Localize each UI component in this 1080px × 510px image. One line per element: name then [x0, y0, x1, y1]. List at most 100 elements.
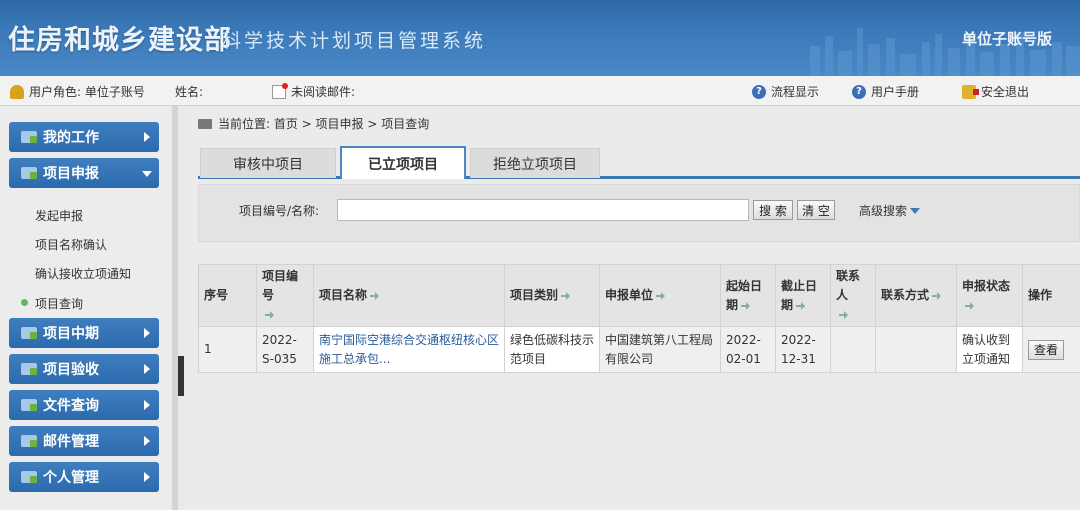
- folder-icon: [21, 435, 37, 447]
- cell-end: 2022-12-31: [775, 326, 831, 373]
- tab-under-review[interactable]: 审核中项目: [200, 148, 336, 178]
- tab-rejected[interactable]: 拒绝立项项目: [470, 148, 600, 178]
- sidebar-item-label: 我的工作: [43, 130, 99, 146]
- col-header-status[interactable]: 申报状态: [956, 264, 1023, 327]
- advanced-search-label: 高级搜索: [859, 204, 908, 218]
- col-header-contact[interactable]: 联系人: [830, 264, 876, 327]
- col-header-name[interactable]: 项目名称: [313, 264, 505, 327]
- chevron-right-icon: [144, 328, 150, 338]
- project-name-link[interactable]: 南宁国际空港综合交通枢纽核心区施工总承包...: [319, 333, 499, 366]
- system-title: 住房和城乡建设部: [8, 25, 232, 56]
- chevron-right-icon: [144, 132, 150, 142]
- chevron-right-icon: [144, 400, 150, 410]
- sidebar-item-label: 邮件管理: [43, 434, 99, 450]
- advanced-search-toggle[interactable]: 高级搜索: [859, 202, 921, 219]
- search-panel: 项目编号/名称: 搜 索 清 空 高级搜索: [198, 184, 1080, 242]
- clear-button[interactable]: 清 空: [797, 200, 835, 220]
- sidebar: 我的工作 项目申报 发起申报 项目名称确认 确认接收立项通知 项目查询 项目中期…: [0, 106, 178, 510]
- cell-phone: [875, 326, 957, 373]
- col-header-label: 联系方式: [881, 288, 930, 302]
- user-name: 姓名:: [175, 83, 203, 100]
- tab-approved[interactable]: 已立项项目: [340, 146, 466, 179]
- cell-unit: 中国建筑第八工程局有限公司: [599, 326, 721, 373]
- col-header-category[interactable]: 项目类别: [504, 264, 600, 327]
- user-icon: [10, 84, 24, 99]
- sidebar-item-label: 项目验收: [43, 362, 99, 378]
- submenu-start-declare[interactable]: 发起申报: [35, 207, 83, 224]
- table-row: 1 2022-S-035 南宁国际空港综合交通枢纽核心区施工总承包... 绿色低…: [198, 326, 1080, 373]
- sort-icon[interactable]: [265, 311, 274, 319]
- cell-status: 确认收到立项通知: [956, 326, 1023, 373]
- sidebar-item-personal-management[interactable]: 个人管理: [9, 462, 159, 492]
- submenu-confirm-notice[interactable]: 确认接收立项通知: [35, 265, 131, 282]
- sidebar-item-my-work[interactable]: 我的工作: [9, 122, 159, 152]
- sidebar-item-project-declare[interactable]: 项目申报: [9, 158, 159, 188]
- sort-icon[interactable]: [839, 311, 848, 319]
- flow-display-link[interactable]: ? 流程显示: [752, 83, 819, 100]
- main-content: 当前位置: 首页 > 项目申报 > 项目查询 审核中项目 已立项项目 拒绝立项项…: [184, 106, 1080, 510]
- search-button[interactable]: 搜 索: [753, 200, 793, 220]
- sidebar-item-project-acceptance[interactable]: 项目验收: [9, 354, 159, 384]
- chevron-down-icon: [142, 171, 152, 177]
- sidebar-item-file-query[interactable]: 文件查询: [9, 390, 159, 420]
- header-banner: 住房和城乡建设部 科学技术计划项目管理系统 单位子账号版: [0, 0, 1080, 76]
- sidebar-item-label: 项目申报: [43, 166, 99, 182]
- sort-icon[interactable]: [370, 292, 380, 300]
- mail-icon: [272, 82, 288, 99]
- submenu-name-confirm[interactable]: 项目名称确认: [35, 236, 107, 253]
- col-header-code[interactable]: 项目编号: [256, 264, 314, 327]
- cell-code: 2022-S-035: [256, 326, 314, 373]
- col-header-label: 序号: [204, 288, 229, 302]
- help-icon: ?: [752, 84, 766, 99]
- system-subtitle: 科学技术计划项目管理系统: [222, 30, 487, 52]
- submenu-project-query[interactable]: 项目查询: [20, 295, 83, 312]
- col-header-unit[interactable]: 申报单位: [599, 264, 721, 327]
- col-header-label: 申报单位: [605, 288, 654, 302]
- sidebar-item-label: 项目中期: [43, 326, 99, 342]
- cell-category: 绿色低碳科技示范项目: [504, 326, 600, 373]
- col-header-start[interactable]: 起始日期: [720, 264, 776, 327]
- cell-action: 查看: [1022, 326, 1080, 373]
- sidebar-item-project-midterm[interactable]: 项目中期: [9, 318, 159, 348]
- col-header-label: 项目名称: [319, 288, 368, 302]
- sort-icon[interactable]: [561, 292, 571, 300]
- sidebar-item-label: 个人管理: [43, 470, 99, 486]
- col-header-label: 项目类别: [510, 288, 559, 302]
- sort-icon[interactable]: [656, 292, 666, 300]
- sort-icon[interactable]: [796, 301, 806, 310]
- view-button[interactable]: 查看: [1028, 339, 1065, 360]
- logout-label: 安全退出: [981, 85, 1030, 99]
- col-header-phone[interactable]: 联系方式: [875, 264, 957, 327]
- flow-display-label: 流程显示: [771, 85, 820, 99]
- edition-label: 单位子账号版: [961, 30, 1052, 48]
- search-label: 项目编号/名称:: [239, 204, 320, 218]
- search-input[interactable]: [337, 199, 749, 221]
- user-name-label: 姓名:: [175, 85, 204, 99]
- chevron-right-icon: [144, 436, 150, 446]
- sidebar-item-label: 文件查询: [43, 398, 99, 414]
- unread-mail[interactable]: 未阅读邮件:: [272, 82, 356, 100]
- col-header-end[interactable]: 截止日期: [775, 264, 831, 327]
- col-header-label: 操作: [1028, 288, 1053, 302]
- sort-icon[interactable]: [741, 301, 751, 310]
- caret-down-icon: [910, 207, 921, 214]
- unread-mail-label: 未阅读邮件:: [291, 85, 356, 99]
- folder-icon: [21, 471, 37, 483]
- user-role-text: 用户角色: 单位子账号: [29, 85, 145, 99]
- sort-icon[interactable]: [932, 292, 942, 300]
- tab-bar: 审核中项目 已立项项目 拒绝立项项目: [198, 146, 1080, 179]
- user-manual-link[interactable]: ? 用户手册: [852, 83, 919, 100]
- col-header-label: 申报状态: [962, 278, 1011, 293]
- sidebar-item-mail-management[interactable]: 邮件管理: [9, 426, 159, 456]
- cell-contact: [830, 326, 876, 373]
- cell-start: 2022-02-01: [720, 326, 776, 373]
- chevron-right-icon: [144, 364, 150, 374]
- col-header-label: 项目编号: [262, 269, 299, 302]
- col-header-index[interactable]: 序号: [198, 264, 257, 327]
- location-icon: [198, 118, 212, 129]
- logout-link[interactable]: 安全退出: [962, 83, 1029, 100]
- folder-icon: [21, 363, 37, 375]
- info-bar: 用户角色: 单位子账号 姓名: 未阅读邮件: ? 流程显示 ? 用户手册 安全退…: [0, 76, 1080, 106]
- sort-icon[interactable]: [965, 301, 974, 310]
- breadcrumb-text: 当前位置: 首页 > 项目申报 > 项目查询: [218, 117, 430, 131]
